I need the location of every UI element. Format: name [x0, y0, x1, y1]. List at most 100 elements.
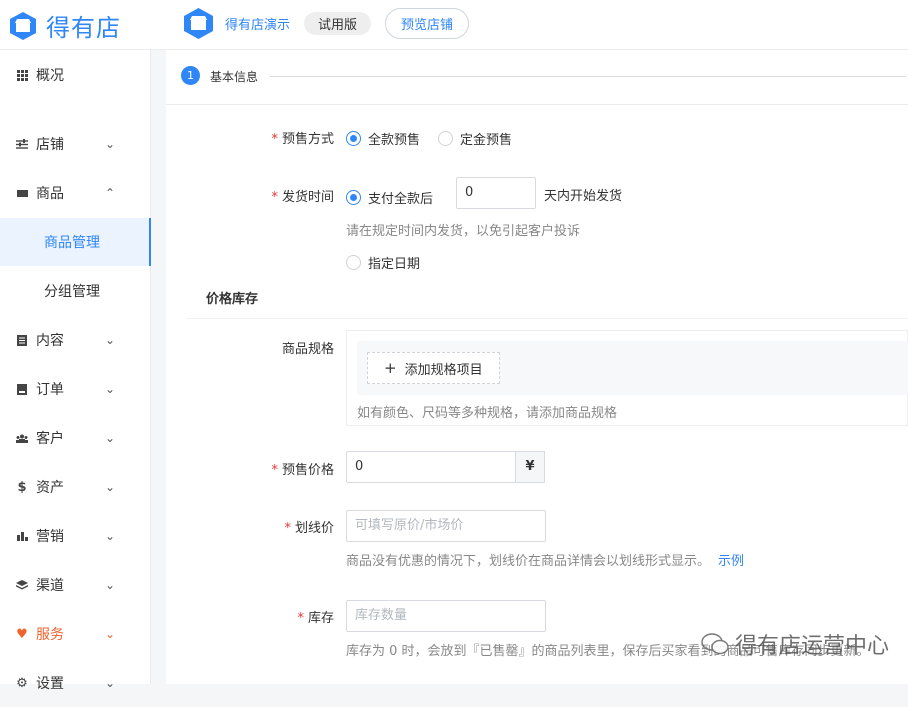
users-icon	[16, 432, 28, 444]
sidebar-item-label: 概况	[36, 68, 64, 84]
sidebar-item-settings[interactable]: ⚙ 设置 ⌄	[0, 659, 151, 707]
sidebar-item-label: 资产	[36, 480, 64, 496]
chevron-down-icon: ⌄	[105, 676, 116, 690]
sidebar-item-label: 内容	[36, 333, 64, 349]
product-form: 1 基本信息 * 预售方式 全款预售 定金预售 * 发货时间 支付全款后 0 天内开…	[166, 50, 908, 684]
grid-icon	[16, 69, 28, 81]
radio-checked-icon	[346, 190, 361, 205]
required-mark: *	[271, 190, 278, 205]
chevron-down-icon: ⌄	[105, 431, 116, 445]
shop-switcher: 得有店演示 试用版 预览店铺	[182, 7, 470, 40]
sidebar-item-marketing[interactable]: 营销 ⌄	[0, 512, 151, 560]
original-price-label: * 划线价	[284, 521, 334, 536]
gear-icon: ⚙	[16, 675, 28, 691]
ship-time-label: * 发货时间	[271, 190, 334, 205]
order-icon	[16, 383, 28, 395]
sidebar-item-products[interactable]: 商品 ⌃	[0, 169, 151, 217]
shop-avatar-icon	[184, 8, 213, 39]
step-divider	[270, 76, 906, 77]
required-mark: *	[271, 463, 278, 478]
presale-price-input[interactable]: 0	[346, 451, 516, 483]
shop-name[interactable]: 得有店演示	[225, 14, 290, 33]
top-bar: 得有店 得有店演示 试用版 预览店铺	[0, 0, 908, 50]
ship-days-suffix: 天内开始发货	[544, 189, 623, 204]
required-mark: *	[271, 132, 278, 147]
original-price-input[interactable]: 可填写原价/市场价	[346, 510, 546, 542]
presale-price-label: * 预售价格	[271, 463, 334, 478]
watermark: 得有店运营中心	[701, 628, 889, 660]
watermark-text: 得有店运营中心	[735, 634, 890, 659]
heart-icon: ♥	[16, 626, 28, 642]
wechat-icon	[701, 633, 729, 655]
chevron-down-icon: ⌄	[105, 529, 116, 543]
presale-mode-deposit-radio[interactable]: 定金预售	[438, 129, 512, 148]
document-icon	[16, 334, 28, 346]
logo-text: 得有店	[46, 14, 121, 42]
required-mark: *	[284, 521, 291, 536]
radio-unchecked-icon	[438, 131, 453, 146]
sidebar-item-label: 店铺	[36, 137, 64, 153]
radio-checked-icon	[346, 131, 361, 146]
sidebar-item-service[interactable]: ♥ 服务 ⌄	[0, 610, 151, 658]
spec-label: 商品规格	[281, 342, 334, 357]
sidebar-item-label: 订单	[36, 382, 64, 398]
shop-logo-icon	[10, 11, 36, 40]
product-icon	[16, 187, 28, 199]
bar-chart-icon	[16, 530, 28, 542]
sidebar-item-label: 商品	[36, 186, 64, 202]
trial-badge: 试用版	[304, 12, 372, 35]
presale-mode-full-radio[interactable]: 全款预售	[346, 129, 420, 148]
sidebar-item-label: 渠道	[36, 578, 64, 594]
chevron-down-icon: ⌄	[105, 137, 116, 151]
chevron-up-icon: ⌃	[105, 186, 116, 200]
stock-label: * 库存	[297, 611, 334, 626]
ship-after-payment-radio[interactable]: 支付全款后	[346, 188, 433, 207]
step-number: 1	[181, 66, 200, 85]
price-stock-section-title: 价格库存	[206, 292, 259, 307]
spec-panel: + 添加规格项目 如有颜色、尺码等多种规格，请添加商品规格	[346, 330, 908, 426]
sliders-icon	[16, 138, 28, 150]
step-label: 基本信息	[210, 70, 259, 84]
dollar-icon: $	[17, 479, 27, 495]
spec-help: 如有颜色、尺码等多种规格，请添加商品规格	[357, 406, 618, 421]
add-spec-button[interactable]: + 添加规格项目	[367, 352, 500, 384]
sidebar-item-label: 营销	[36, 529, 64, 545]
ship-time-help: 请在规定时间内发货，以免引起客户投诉	[346, 224, 581, 239]
app-logo[interactable]: 得有店	[8, 8, 121, 43]
section-divider	[186, 318, 908, 319]
spec-inner-area: + 添加规格项目	[357, 341, 908, 395]
sidebar-item-product-management[interactable]: 商品管理	[0, 218, 151, 266]
sidebar-item-shop[interactable]: 店铺 ⌄	[0, 120, 151, 168]
sidebar-item-group-management[interactable]: 分组管理	[0, 267, 151, 315]
chevron-down-icon: ⌄	[105, 480, 116, 494]
stock-input[interactable]: 库存数量	[346, 600, 546, 632]
sidebar-item-customers[interactable]: 客户 ⌄	[0, 414, 151, 462]
plus-icon: +	[384, 359, 397, 377]
currency-suffix: ¥	[515, 451, 545, 483]
chevron-down-icon: ⌄	[105, 382, 116, 396]
sidebar-item-channels[interactable]: 渠道 ⌄	[0, 561, 151, 609]
layers-icon	[16, 579, 28, 591]
chevron-down-icon: ⌄	[105, 627, 116, 641]
chevron-down-icon: ⌄	[105, 578, 116, 592]
presale-mode-label: * 预售方式	[271, 132, 334, 147]
sidebar-item-orders[interactable]: 订单 ⌄	[0, 365, 151, 413]
sidebar-item-overview[interactable]: 概况	[0, 51, 151, 99]
radio-unchecked-icon	[346, 255, 361, 270]
sidebar: 概况 店铺 ⌄ 商品 ⌃ 商品管理 分组管理 内容 ⌄ 订单 ⌄ 客户 ⌄ $ …	[0, 50, 151, 692]
example-link[interactable]: 示例	[718, 554, 744, 569]
sidebar-item-content[interactable]: 内容 ⌄	[0, 316, 151, 364]
sidebar-item-label: 服务	[36, 627, 64, 643]
sidebar-item-assets[interactable]: $ 资产 ⌄	[0, 463, 151, 511]
sidebar-item-label: 商品管理	[44, 235, 100, 251]
sidebar-item-label: 客户	[36, 431, 64, 447]
step-indicator: 1 基本信息	[166, 50, 908, 105]
ship-days-input[interactable]: 0	[456, 177, 536, 209]
ship-on-date-radio[interactable]: 指定日期	[346, 253, 420, 272]
chevron-down-icon: ⌄	[105, 333, 116, 347]
original-price-help: 商品没有优惠的情况下，划线价在商品详情会以划线形式显示。 示例	[346, 554, 745, 569]
sidebar-item-label: 分组管理	[44, 284, 100, 300]
sidebar-item-label: 设置	[36, 676, 64, 692]
preview-shop-button[interactable]: 预览店铺	[385, 8, 470, 39]
required-mark: *	[297, 611, 304, 626]
